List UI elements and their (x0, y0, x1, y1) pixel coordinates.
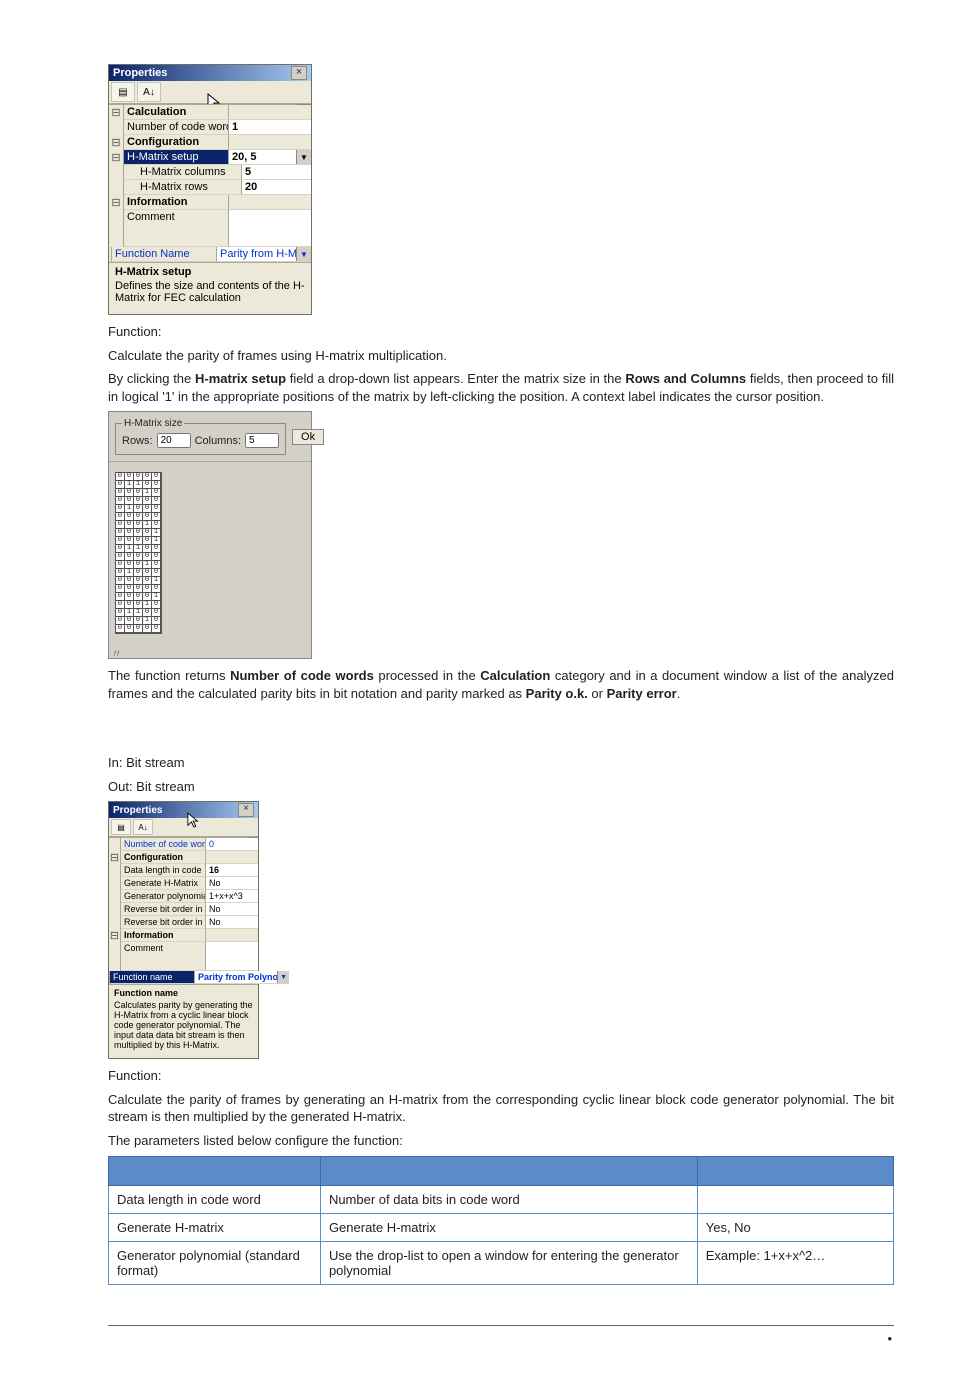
prop-label: Reverse bit order in … (121, 903, 206, 916)
cat-configuration: Configuration (124, 135, 229, 150)
prop-value[interactable]: 5 (242, 165, 311, 180)
prop-value[interactable]: Parity from Polynom▼ (195, 971, 289, 984)
panel-title: Properties (113, 805, 162, 816)
paragraph: By clicking the H-matrix setup field a d… (108, 370, 894, 405)
table-row: Data length in code word Number of data … (109, 1185, 894, 1213)
prop-label: Comment (121, 942, 206, 971)
desc-title: H-Matrix setup (115, 266, 305, 278)
cat-information: Information (121, 929, 206, 942)
prop-label: Number of code word… (121, 838, 206, 851)
prop-value[interactable]: No (206, 903, 258, 916)
matrix-size-group: H-Matrix size Rows: Columns: (115, 418, 286, 455)
close-icon[interactable]: × (291, 66, 307, 80)
prop-function-name[interactable]: Function Name (112, 247, 217, 262)
dropdown-icon[interactable]: ▼ (277, 971, 289, 983)
resize-grip-icon[interactable]: 〃 (109, 648, 311, 658)
paragraph: The parameters listed below configure th… (108, 1132, 894, 1150)
collapse-icon[interactable]: ⊟ (109, 135, 124, 150)
rows-input[interactable] (157, 433, 191, 448)
property-grid: Number of code word…0 ⊟Configuration Dat… (109, 837, 258, 984)
table-cell: Generate H-matrix (320, 1213, 697, 1241)
prop-h-matrix-setup[interactable]: H-Matrix setup (124, 150, 229, 165)
prop-label: Data length in code … (121, 864, 206, 877)
out-line: Out: Bit stream (108, 778, 894, 796)
collapse-icon[interactable]: ⊟ (109, 105, 124, 120)
prop-label: H-Matrix columns (124, 165, 242, 180)
collapse-icon[interactable]: ⊟ (109, 195, 124, 210)
table-cell: Data length in code word (109, 1185, 321, 1213)
table-cell: Example: 1+x+x^2… (697, 1241, 893, 1284)
cat-configuration: Configuration (121, 851, 206, 864)
paragraph: Calculate the parity of frames by genera… (108, 1091, 894, 1126)
close-icon[interactable]: × (238, 803, 254, 817)
prop-label: Number of code words (124, 120, 229, 135)
paragraph: The function returns Number of code word… (108, 667, 894, 702)
desc-body: Calculates parity by generating the H-Ma… (114, 1000, 253, 1050)
dropdown-icon[interactable]: ▼ (296, 247, 311, 261)
prop-value[interactable]: Parity from H-M…▼ (217, 247, 311, 262)
paragraph: Calculate the parity of frames using H-m… (108, 347, 894, 365)
table-cell: Yes, No (697, 1213, 893, 1241)
desc-title: Function name (114, 988, 253, 998)
panel-toolbar: ▤ A↓ (109, 81, 311, 104)
dropdown-icon[interactable]: ▼ (296, 150, 311, 164)
toolbar-sort-button[interactable]: A↓ (133, 819, 153, 835)
parameters-table: Data length in code word Number of data … (108, 1156, 894, 1285)
prop-value[interactable]: 20 (242, 180, 311, 195)
panel-titlebar: Properties × (109, 65, 311, 81)
prop-value[interactable]: 20, 5▼ (229, 150, 311, 165)
prop-function-name[interactable]: Function name (110, 971, 195, 984)
cols-label: Columns: (195, 435, 241, 447)
collapse-icon[interactable]: ⊟ (109, 851, 121, 864)
properties-panel-1: Properties × ▤ A↓ ▲ ⊟Calculation Number … (108, 64, 312, 315)
prop-value[interactable]: 0 (206, 838, 258, 851)
footer-rule (108, 1325, 894, 1326)
prop-label: Generate H-Matrix (121, 877, 206, 890)
matrix-grid[interactable]: 0000001100000100000001000000000001000001… (115, 472, 162, 634)
table-cell (697, 1185, 893, 1213)
property-grid: ⊟Calculation Number of code words1 ⊟Conf… (109, 104, 311, 262)
h-matrix-dialog: H-Matrix size Rows: Columns: Ok 00000011… (108, 411, 312, 659)
cat-information: Information (124, 195, 229, 210)
table-cell: Generate H-matrix (109, 1213, 321, 1241)
table-cell: Number of data bits in code word (320, 1185, 697, 1213)
in-line: In: Bit stream (108, 754, 894, 772)
function-heading: Function: (108, 1067, 894, 1085)
desc-body: Defines the size and contents of the H-M… (115, 280, 305, 304)
prop-value[interactable]: 16 (206, 864, 258, 877)
footer-bullet: • (887, 1331, 892, 1346)
toolbar-categorize-button[interactable]: ▤ (111, 82, 135, 102)
ok-button[interactable]: Ok (292, 429, 324, 445)
prop-value[interactable] (206, 942, 258, 971)
prop-value[interactable]: 1+x+x^3 (206, 890, 258, 903)
table-cell: Generator polynomial (standard format) (109, 1241, 321, 1284)
prop-value[interactable]: 1 (229, 120, 311, 135)
panel-description: Function name Calculates parity by gener… (109, 984, 258, 1058)
cols-input[interactable] (245, 433, 279, 448)
prop-label: Reverse bit order in … (121, 916, 206, 929)
prop-value[interactable]: No (206, 916, 258, 929)
prop-value[interactable]: No (206, 877, 258, 890)
table-cell: Use the drop-list to open a window for e… (320, 1241, 697, 1284)
toolbar-sort-button[interactable]: A↓ (137, 82, 161, 102)
cat-calculation: Calculation (124, 105, 229, 120)
prop-label: Comment (124, 210, 229, 247)
table-row: Generate H-matrix Generate H-matrix Yes,… (109, 1213, 894, 1241)
function-heading: Function: (108, 323, 894, 341)
properties-panel-2: Properties × ▤ A↓ ▲ Number of code word…… (108, 801, 259, 1059)
panel-description: H-Matrix setup Defines the size and cont… (109, 262, 311, 314)
prop-label: H-Matrix rows (124, 180, 242, 195)
rows-label: Rows: (122, 435, 153, 447)
prop-value[interactable] (229, 210, 311, 247)
table-header-row (109, 1156, 894, 1185)
page-footer: • (108, 1330, 894, 1346)
matrix-size-legend: H-Matrix size (122, 418, 184, 429)
panel-toolbar: ▤ A↓ (109, 818, 258, 837)
toolbar-categorize-button[interactable]: ▤ (111, 819, 131, 835)
panel-title: Properties (113, 67, 167, 79)
collapse-icon[interactable]: ⊟ (109, 929, 121, 942)
prop-label: Generator polynomial … (121, 890, 206, 903)
panel-titlebar: Properties × (109, 802, 258, 818)
table-row: Generator polynomial (standard format) U… (109, 1241, 894, 1284)
